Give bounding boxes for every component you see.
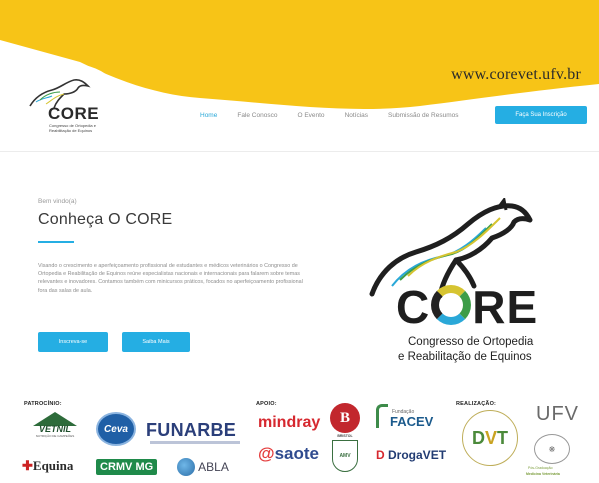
hero-description: Visando o crescimento e aperfeiçoamento … (38, 263, 303, 294)
core-ring-icon (431, 285, 472, 325)
header-divider (0, 151, 599, 152)
globe-icon (177, 458, 196, 476)
nav-home[interactable]: Home (200, 112, 217, 119)
facev-emblem-icon (376, 404, 388, 428)
core-subtitle-line-1: Congresso de Ortopedia (408, 336, 534, 348)
title-underline (38, 241, 74, 243)
organizer-label: REALIZAÇÃO: (456, 401, 497, 407)
site-url[interactable]: www.corevet.ufv.br (451, 66, 581, 84)
cross-icon: ✚ (22, 458, 33, 473)
esaote-logo[interactable]: @ saote (258, 444, 319, 464)
register-cta-button[interactable]: Faça Sua Inscrição (495, 106, 587, 124)
logo-wordmark: CORE (48, 104, 100, 123)
core-wordmark: C RE (396, 281, 539, 333)
amv-shield-logo[interactable]: AMV (332, 440, 358, 472)
support-label: APOIO: (256, 401, 277, 407)
vetnil-logo[interactable]: VETNIL NUTRIÇÃO DE CAMPEÕES (24, 410, 86, 440)
crmv-mg-logo[interactable]: CRMV MG (96, 459, 158, 475)
equina-logo[interactable]: ✚ Equina (22, 458, 73, 474)
drogavet-logo[interactable]: D DrogaVET (376, 448, 446, 462)
ufv-emblem-icon: ❋ (534, 434, 570, 464)
drogavet-d-icon: D (376, 448, 385, 462)
register-button[interactable]: Inscreva-se (38, 332, 108, 352)
site-header: www.corevet.ufv.br CORE Congresso de Ort… (0, 0, 599, 150)
core-subtitle-line-2: e Reabilitação de Equinos (398, 351, 532, 363)
mindray-logo[interactable]: mindray (258, 414, 320, 432)
main-nav: Home Fale Conosco O Evento Notícias Subm… (200, 112, 479, 119)
facev-logo[interactable]: Fundação FACEV (376, 404, 438, 434)
hero-title: Conheça O CORE (38, 211, 173, 228)
bristol-logo[interactable]: B (330, 403, 360, 433)
ceva-logo[interactable]: Ceva (96, 412, 136, 446)
nav-news[interactable]: Notícias (345, 112, 368, 119)
learn-more-button[interactable]: Saiba Mais (122, 332, 190, 352)
sponsorship-label: PATROCÍNIO: (24, 401, 62, 407)
bristol-label: BRISTOL (337, 434, 353, 438)
welcome-text: Bem vindo(a) (38, 198, 77, 205)
abla-logo[interactable]: ABLA (170, 456, 236, 478)
ufv-program-line-1: Pós-Graduação (528, 466, 553, 470)
ufv-program-line-2: Medicina Veterinária (526, 472, 560, 476)
ufv-logo[interactable]: UFV (536, 403, 579, 426)
nav-event[interactable]: O Evento (297, 112, 324, 119)
funarbe-tagline (150, 441, 240, 444)
nav-abstract-submission[interactable]: Submissão de Resumos (388, 112, 458, 119)
dvt-logo[interactable]: DVT (462, 410, 518, 466)
nav-contact[interactable]: Fale Conosco (237, 112, 277, 119)
funarbe-logo[interactable]: FUNARBE (146, 420, 236, 441)
logo-subtitle: Congresso de Ortopedia e Reabilitação de… (49, 123, 96, 133)
